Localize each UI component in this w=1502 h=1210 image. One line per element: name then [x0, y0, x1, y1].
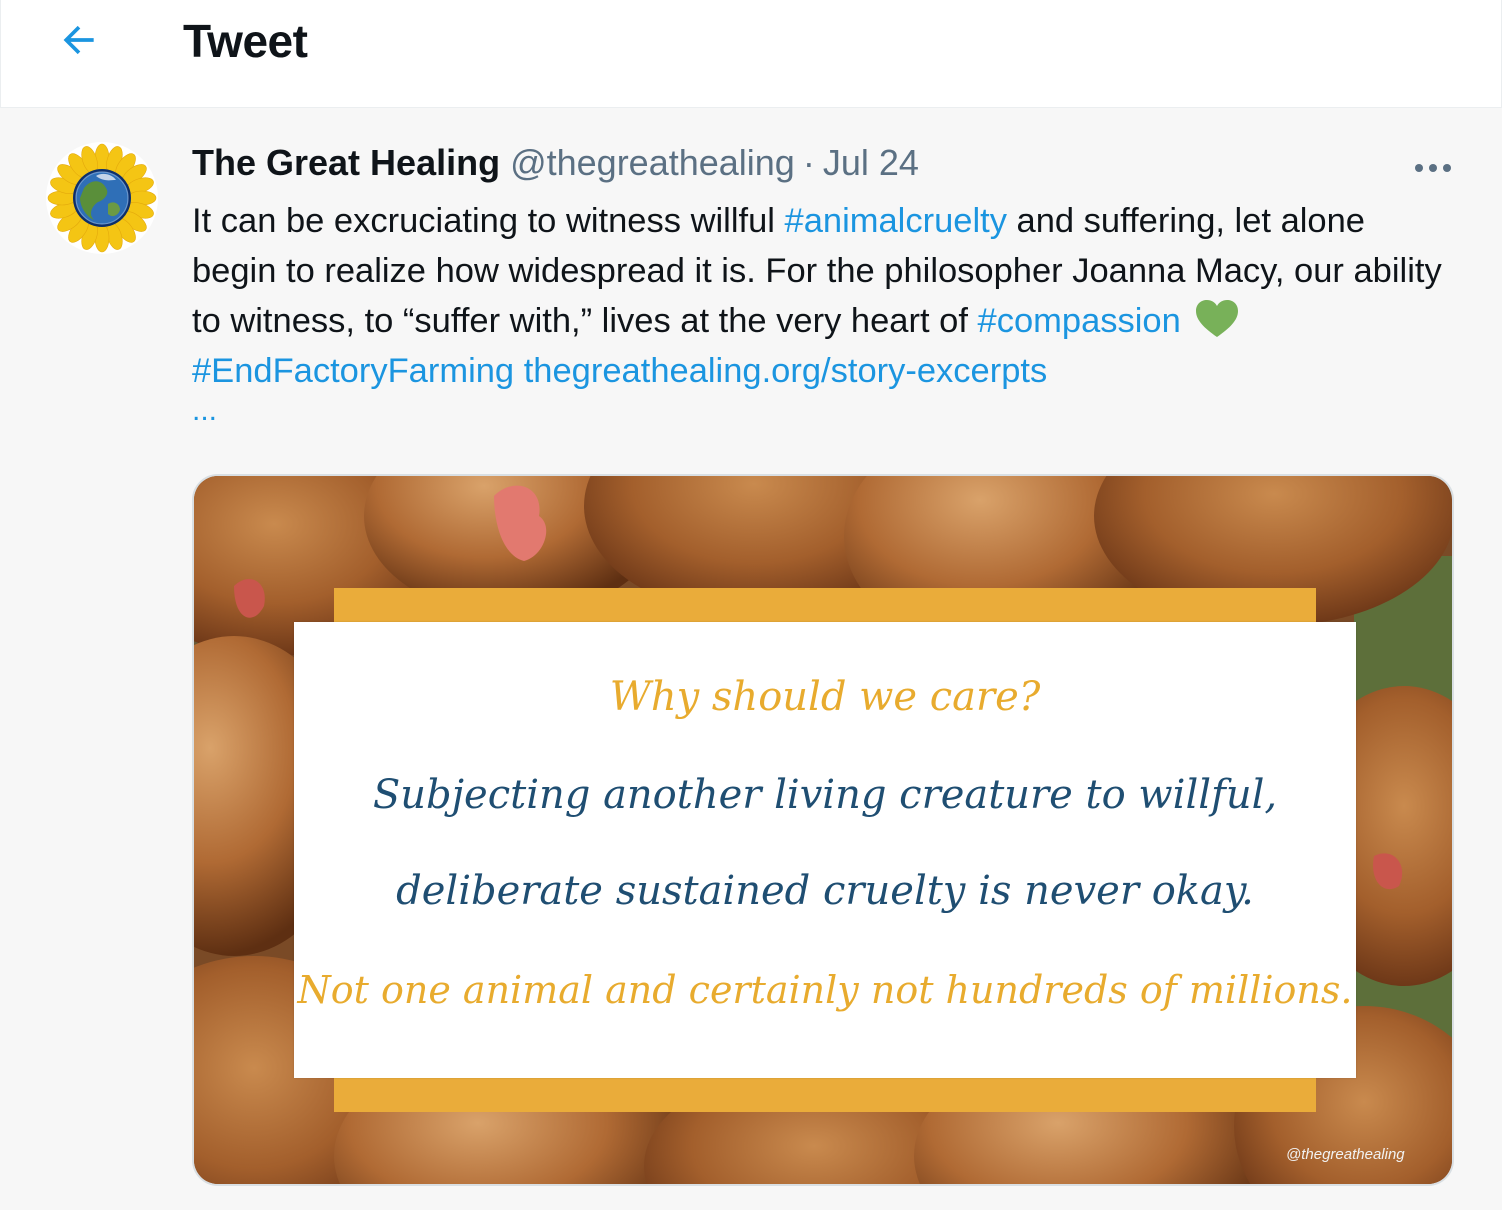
tweet[interactable]: The Great Healing @thegreathealing · Jul…	[0, 108, 1502, 1210]
tweet-image[interactable]: Why should we care? Subjecting another l…	[192, 474, 1454, 1186]
tweet-author-line: The Great Healing @thegreathealing · Jul…	[192, 142, 919, 188]
truncation-ellipsis: ...	[192, 394, 218, 427]
quote-card: Why should we care? Subjecting another l…	[294, 622, 1356, 1078]
tweet-date[interactable]: Jul 24	[823, 142, 919, 184]
page-title: Tweet	[183, 15, 308, 67]
more-options-button[interactable]	[1408, 148, 1458, 188]
arrow-left-icon	[63, 25, 94, 55]
tweet-text-part: It can be excruciating to witness willfu…	[192, 202, 785, 240]
hashtag-link[interactable]: #animalcruelty	[785, 202, 1007, 240]
quote-heading: Why should we care?	[609, 674, 1041, 720]
separator-dot: ·	[802, 142, 815, 183]
green-heart-icon	[1196, 300, 1239, 337]
hashtag-link[interactable]: #EndFactoryFarming	[192, 352, 514, 390]
more-horizontal-icon	[1415, 164, 1451, 172]
quote-line: deliberate sustained cruelty is never ok…	[396, 868, 1254, 914]
url-link[interactable]: thegreathealing.org/story-excerpts	[524, 352, 1048, 390]
user-handle[interactable]: @thegreathealing	[510, 142, 795, 184]
tweet-header: Tweet	[0, 0, 1502, 108]
back-button[interactable]	[47, 12, 111, 68]
hashtag-link[interactable]: #compassion	[978, 302, 1181, 340]
image-watermark: @thegreathealing	[1286, 1146, 1405, 1163]
avatar[interactable]	[46, 142, 158, 254]
quote-line: Subjecting another living creature to wi…	[372, 772, 1278, 818]
tweet-text: It can be excruciating to witness willfu…	[192, 196, 1442, 426]
display-name[interactable]: The Great Healing	[192, 142, 500, 184]
sunflower-earth-avatar	[47, 143, 157, 253]
quote-line: Not one animal and certainly not hundred…	[297, 968, 1353, 1012]
